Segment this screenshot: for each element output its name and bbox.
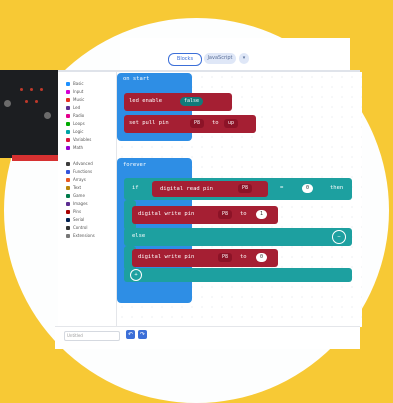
remove-else-icon[interactable]: −: [332, 230, 346, 244]
toolbox-item[interactable]: Text: [66, 184, 81, 191]
category-icon: [66, 130, 70, 134]
microbit-simulator[interactable]: [0, 70, 58, 158]
toolbox-item[interactable]: Images: [66, 200, 88, 207]
category-icon: [66, 138, 70, 142]
button-b-icon[interactable]: [44, 112, 51, 119]
set-pull-pin-block[interactable]: set pull pin P8 to up: [124, 115, 256, 133]
project-name-input[interactable]: Untitled: [64, 331, 120, 341]
forever-label: forever: [123, 162, 147, 168]
toolbox-item[interactable]: Math: [66, 144, 83, 151]
category-icon: [66, 90, 70, 94]
toolbox-item[interactable]: Arrays: [66, 176, 86, 183]
category-icon: [66, 194, 70, 198]
toolbox: Basic Input Music Led Radio Loops Logic …: [58, 72, 117, 327]
undo-button[interactable]: ↶: [126, 330, 135, 339]
toolbox-item[interactable]: Basic: [66, 80, 84, 87]
toolbox-item[interactable]: Input: [66, 88, 83, 95]
led-icon: [40, 88, 43, 91]
language-dropdown[interactable]: ▾: [239, 53, 249, 64]
toolbox-item[interactable]: Pins: [66, 208, 81, 215]
category-icon: [66, 98, 70, 102]
add-else-icon[interactable]: +: [130, 269, 142, 281]
button-a-icon[interactable]: [4, 100, 11, 107]
category-icon: [66, 202, 70, 206]
category-icon: [66, 234, 70, 238]
digital-write-block-2[interactable]: digital write pin P8 to 0: [132, 249, 278, 267]
write2-value-input[interactable]: 0: [256, 253, 268, 262]
tab-javascript[interactable]: JavaScript: [204, 53, 236, 64]
toolbox-item[interactable]: Advanced: [66, 160, 93, 167]
write1-value-input[interactable]: 1: [256, 210, 268, 219]
led-icon: [35, 100, 38, 103]
toolbox-item[interactable]: Extensions: [66, 232, 95, 239]
category-icon: [66, 106, 70, 110]
toolbox-item[interactable]: Music: [66, 96, 84, 103]
category-icon: [66, 170, 70, 174]
compare-value-input[interactable]: 0: [302, 184, 314, 193]
digital-read-block[interactable]: digital read pin P8: [152, 181, 268, 197]
category-icon: [66, 218, 70, 222]
else-row[interactable]: else −: [124, 228, 352, 246]
simulator-pin-strip: [12, 155, 58, 161]
toolbox-item[interactable]: Led: [66, 104, 80, 111]
toolbox-item[interactable]: Functions: [66, 168, 92, 175]
category-icon: [66, 146, 70, 150]
write1-pin-dropdown[interactable]: P8: [218, 210, 233, 219]
led-icon: [25, 100, 28, 103]
toolbox-item[interactable]: Control: [66, 224, 87, 231]
category-icon: [66, 178, 70, 182]
if-block-footer: +: [124, 268, 352, 282]
tab-blocks[interactable]: Blocks: [168, 53, 202, 66]
digital-write-block-1[interactable]: digital write pin P8 to 1: [132, 206, 278, 224]
pin-dropdown[interactable]: P8: [190, 119, 205, 128]
toolbox-item[interactable]: Loops: [66, 120, 85, 127]
toolbox-item[interactable]: Radio: [66, 112, 84, 119]
toolbox-item[interactable]: Variables: [66, 136, 91, 143]
category-icon: [66, 122, 70, 126]
category-icon: [66, 114, 70, 118]
category-icon: [66, 210, 70, 214]
redo-button[interactable]: ↷: [138, 330, 147, 339]
category-icon: [66, 226, 70, 230]
boolean-dropdown[interactable]: false: [180, 97, 204, 106]
led-icon: [30, 88, 33, 91]
category-icon: [66, 186, 70, 190]
toolbox-item[interactable]: Logic: [66, 128, 83, 135]
led-enable-block[interactable]: led enable false: [124, 93, 232, 111]
toolbox-item[interactable]: Game: [66, 192, 85, 199]
read-pin-dropdown[interactable]: P8: [238, 184, 253, 193]
led-icon: [20, 88, 23, 91]
write2-pin-dropdown[interactable]: P8: [218, 253, 233, 262]
toolbox-item[interactable]: Serial: [66, 216, 84, 223]
on-start-label: on start: [123, 76, 150, 82]
if-block[interactable]: if digital read pin P8 = 0 then: [124, 178, 352, 200]
category-icon: [66, 162, 70, 166]
pull-mode-dropdown[interactable]: up: [224, 119, 239, 128]
category-icon: [66, 82, 70, 86]
